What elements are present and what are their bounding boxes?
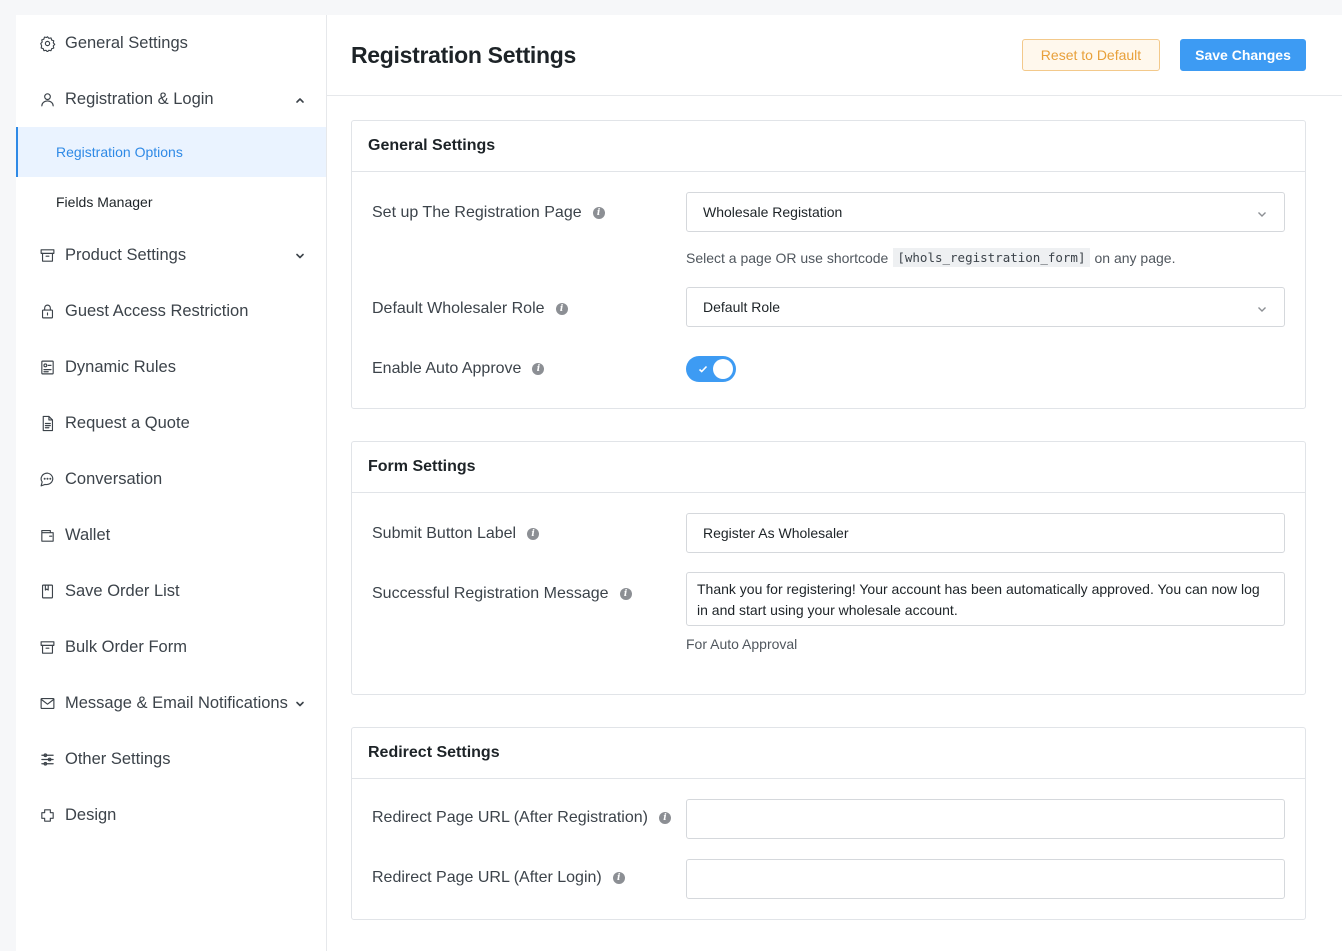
label-text: Redirect Page URL (After Registration) [372, 809, 648, 826]
registration-page-label: Set up The Registration Page i [372, 204, 605, 222]
main-panel: Registration Settings Reset to Default S… [327, 15, 1342, 951]
sidebar-item-label: Save Order List [65, 581, 180, 600]
sidebar-item-label: Message & Email Notifications [65, 693, 288, 712]
input-value: Register As Wholesaler [703, 525, 849, 541]
sidebar-item-dynamic-rules[interactable]: Dynamic Rules [16, 342, 326, 392]
redirect-after-registration-input[interactable] [686, 799, 1285, 839]
sidebar-item-wallet[interactable]: Wallet [16, 510, 326, 560]
save-changes-button[interactable]: Save Changes [1180, 39, 1306, 71]
sidebar-item-label: General Settings [65, 33, 188, 52]
sidebar-subitem-label: Fields Manager [56, 194, 153, 210]
chevron-up-icon [294, 92, 306, 104]
sidebar-item-request-a-quote[interactable]: Request a Quote [16, 398, 326, 448]
sidebar-item-label: Guest Access Restriction [65, 301, 249, 320]
archive-icon [38, 246, 56, 264]
shortcode: [whols_registration_form] [893, 248, 1090, 267]
label-text: Enable Auto Approve [372, 360, 522, 377]
success-message-help: For Auto Approval [686, 636, 798, 652]
chevron-down-icon [294, 696, 306, 708]
sidebar-item-guest-access-restriction[interactable]: Guest Access Restriction [16, 286, 326, 336]
box-icon [38, 638, 56, 656]
chevron-down-icon [1256, 302, 1268, 314]
page-header: Registration Settings Reset to Default S… [327, 15, 1342, 96]
wholesaler-role-label: Default Wholesaler Role i [372, 300, 568, 318]
registration-page-select[interactable]: Wholesale Registation [686, 192, 1285, 232]
sliders-icon [38, 750, 56, 768]
wallet-icon [38, 526, 56, 544]
general-settings-card: General Settings Set up The Registration… [351, 120, 1306, 409]
submit-button-label-label: Submit Button Label i [372, 525, 540, 543]
sidebar-item-label: Conversation [65, 469, 163, 488]
sidebar-item-label: Product Settings [65, 245, 187, 264]
sidebar-item-product-settings[interactable]: Product Settings [16, 230, 326, 280]
sidebar-item-other-settings[interactable]: Other Settings [16, 734, 326, 784]
help-text: Select a page OR use shortcode [686, 249, 889, 266]
sidebar-item-label: Registration & Login [65, 89, 214, 108]
gear-icon [38, 34, 56, 52]
select-value: Wholesale Registation [703, 204, 843, 220]
label-text: Redirect Page URL (After Login) [372, 869, 602, 886]
mail-icon [38, 694, 56, 712]
info-icon[interactable]: i [555, 303, 568, 315]
auto-approve-label: Enable Auto Approve i [372, 360, 545, 378]
sidebar-item-bulk-order-form[interactable]: Bulk Order Form [16, 622, 326, 672]
sidebar-subitem-label: Registration Options [56, 144, 183, 160]
card-title: Redirect Settings [352, 728, 1305, 779]
info-icon[interactable]: i [592, 207, 605, 219]
label-text: Successful Registration Message [372, 585, 609, 602]
toggle-knob [713, 359, 733, 379]
lock-icon [38, 302, 56, 320]
sidebar-item-message-email-notifications[interactable]: Message & Email Notifications [16, 678, 326, 728]
sidebar-item-label: Design [65, 805, 117, 824]
sidebar-item-label: Request a Quote [65, 413, 190, 432]
redirect-after-login-input[interactable] [686, 859, 1285, 899]
help-text: on any page. [1094, 249, 1176, 266]
rules-icon [38, 358, 56, 376]
redirect-after-registration-label: Redirect Page URL (After Registration) i [372, 809, 671, 827]
label-text: Set up The Registration Page [372, 204, 582, 221]
sidebar-item-label: Bulk Order Form [65, 637, 187, 656]
sidebar-item-design[interactable]: Design [16, 790, 326, 840]
reset-to-default-button[interactable]: Reset to Default [1022, 39, 1160, 71]
chevron-down-icon [294, 248, 306, 260]
info-icon[interactable]: i [619, 588, 632, 600]
design-icon [38, 806, 56, 824]
sidebar-subitem-fields-manager[interactable]: Fields Manager [16, 177, 326, 227]
label-text: Default Wholesaler Role [372, 300, 545, 317]
info-icon[interactable]: i [527, 528, 540, 540]
info-icon[interactable]: i [612, 872, 625, 884]
redirect-settings-card: Redirect Settings Redirect Page URL (Aft… [351, 727, 1306, 920]
submit-button-label-input[interactable]: Register As Wholesaler [686, 513, 1285, 553]
sidebar-item-label: Wallet [65, 525, 111, 544]
sidebar-item-general-settings[interactable]: General Settings [16, 18, 326, 68]
registration-page-help: Select a page OR use shortcode [whols_re… [686, 248, 1175, 267]
sidebar-item-label: Other Settings [65, 749, 171, 768]
bookmark-icon [38, 582, 56, 600]
auto-approve-toggle[interactable] [686, 356, 736, 382]
check-icon [697, 362, 709, 374]
sidebar: General Settings Registration & Login Re… [16, 15, 327, 951]
card-title: Form Settings [352, 442, 1305, 493]
info-icon[interactable]: i [532, 363, 545, 375]
chevron-down-icon [1256, 207, 1268, 219]
chat-icon [38, 470, 56, 488]
info-icon[interactable]: i [658, 812, 671, 824]
page-title: Registration Settings [351, 42, 577, 68]
sidebar-item-save-order-list[interactable]: Save Order List [16, 566, 326, 616]
redirect-after-login-label: Redirect Page URL (After Login) i [372, 869, 625, 887]
document-icon [38, 414, 56, 432]
sidebar-item-conversation[interactable]: Conversation [16, 454, 326, 504]
success-message-textarea[interactable]: Thank you for registering! Your account … [686, 572, 1285, 626]
form-settings-card: Form Settings Submit Button Label i Regi… [351, 441, 1306, 695]
sidebar-subitem-registration-options[interactable]: Registration Options [16, 127, 326, 177]
wholesaler-role-select[interactable]: Default Role [686, 287, 1285, 327]
success-message-label: Successful Registration Message i [372, 585, 632, 603]
user-icon [38, 90, 56, 108]
sidebar-item-registration-login[interactable]: Registration & Login [16, 74, 326, 124]
label-text: Submit Button Label [372, 525, 517, 542]
select-value: Default Role [703, 299, 781, 315]
sidebar-item-label: Dynamic Rules [65, 357, 176, 376]
card-title: General Settings [352, 121, 1305, 172]
